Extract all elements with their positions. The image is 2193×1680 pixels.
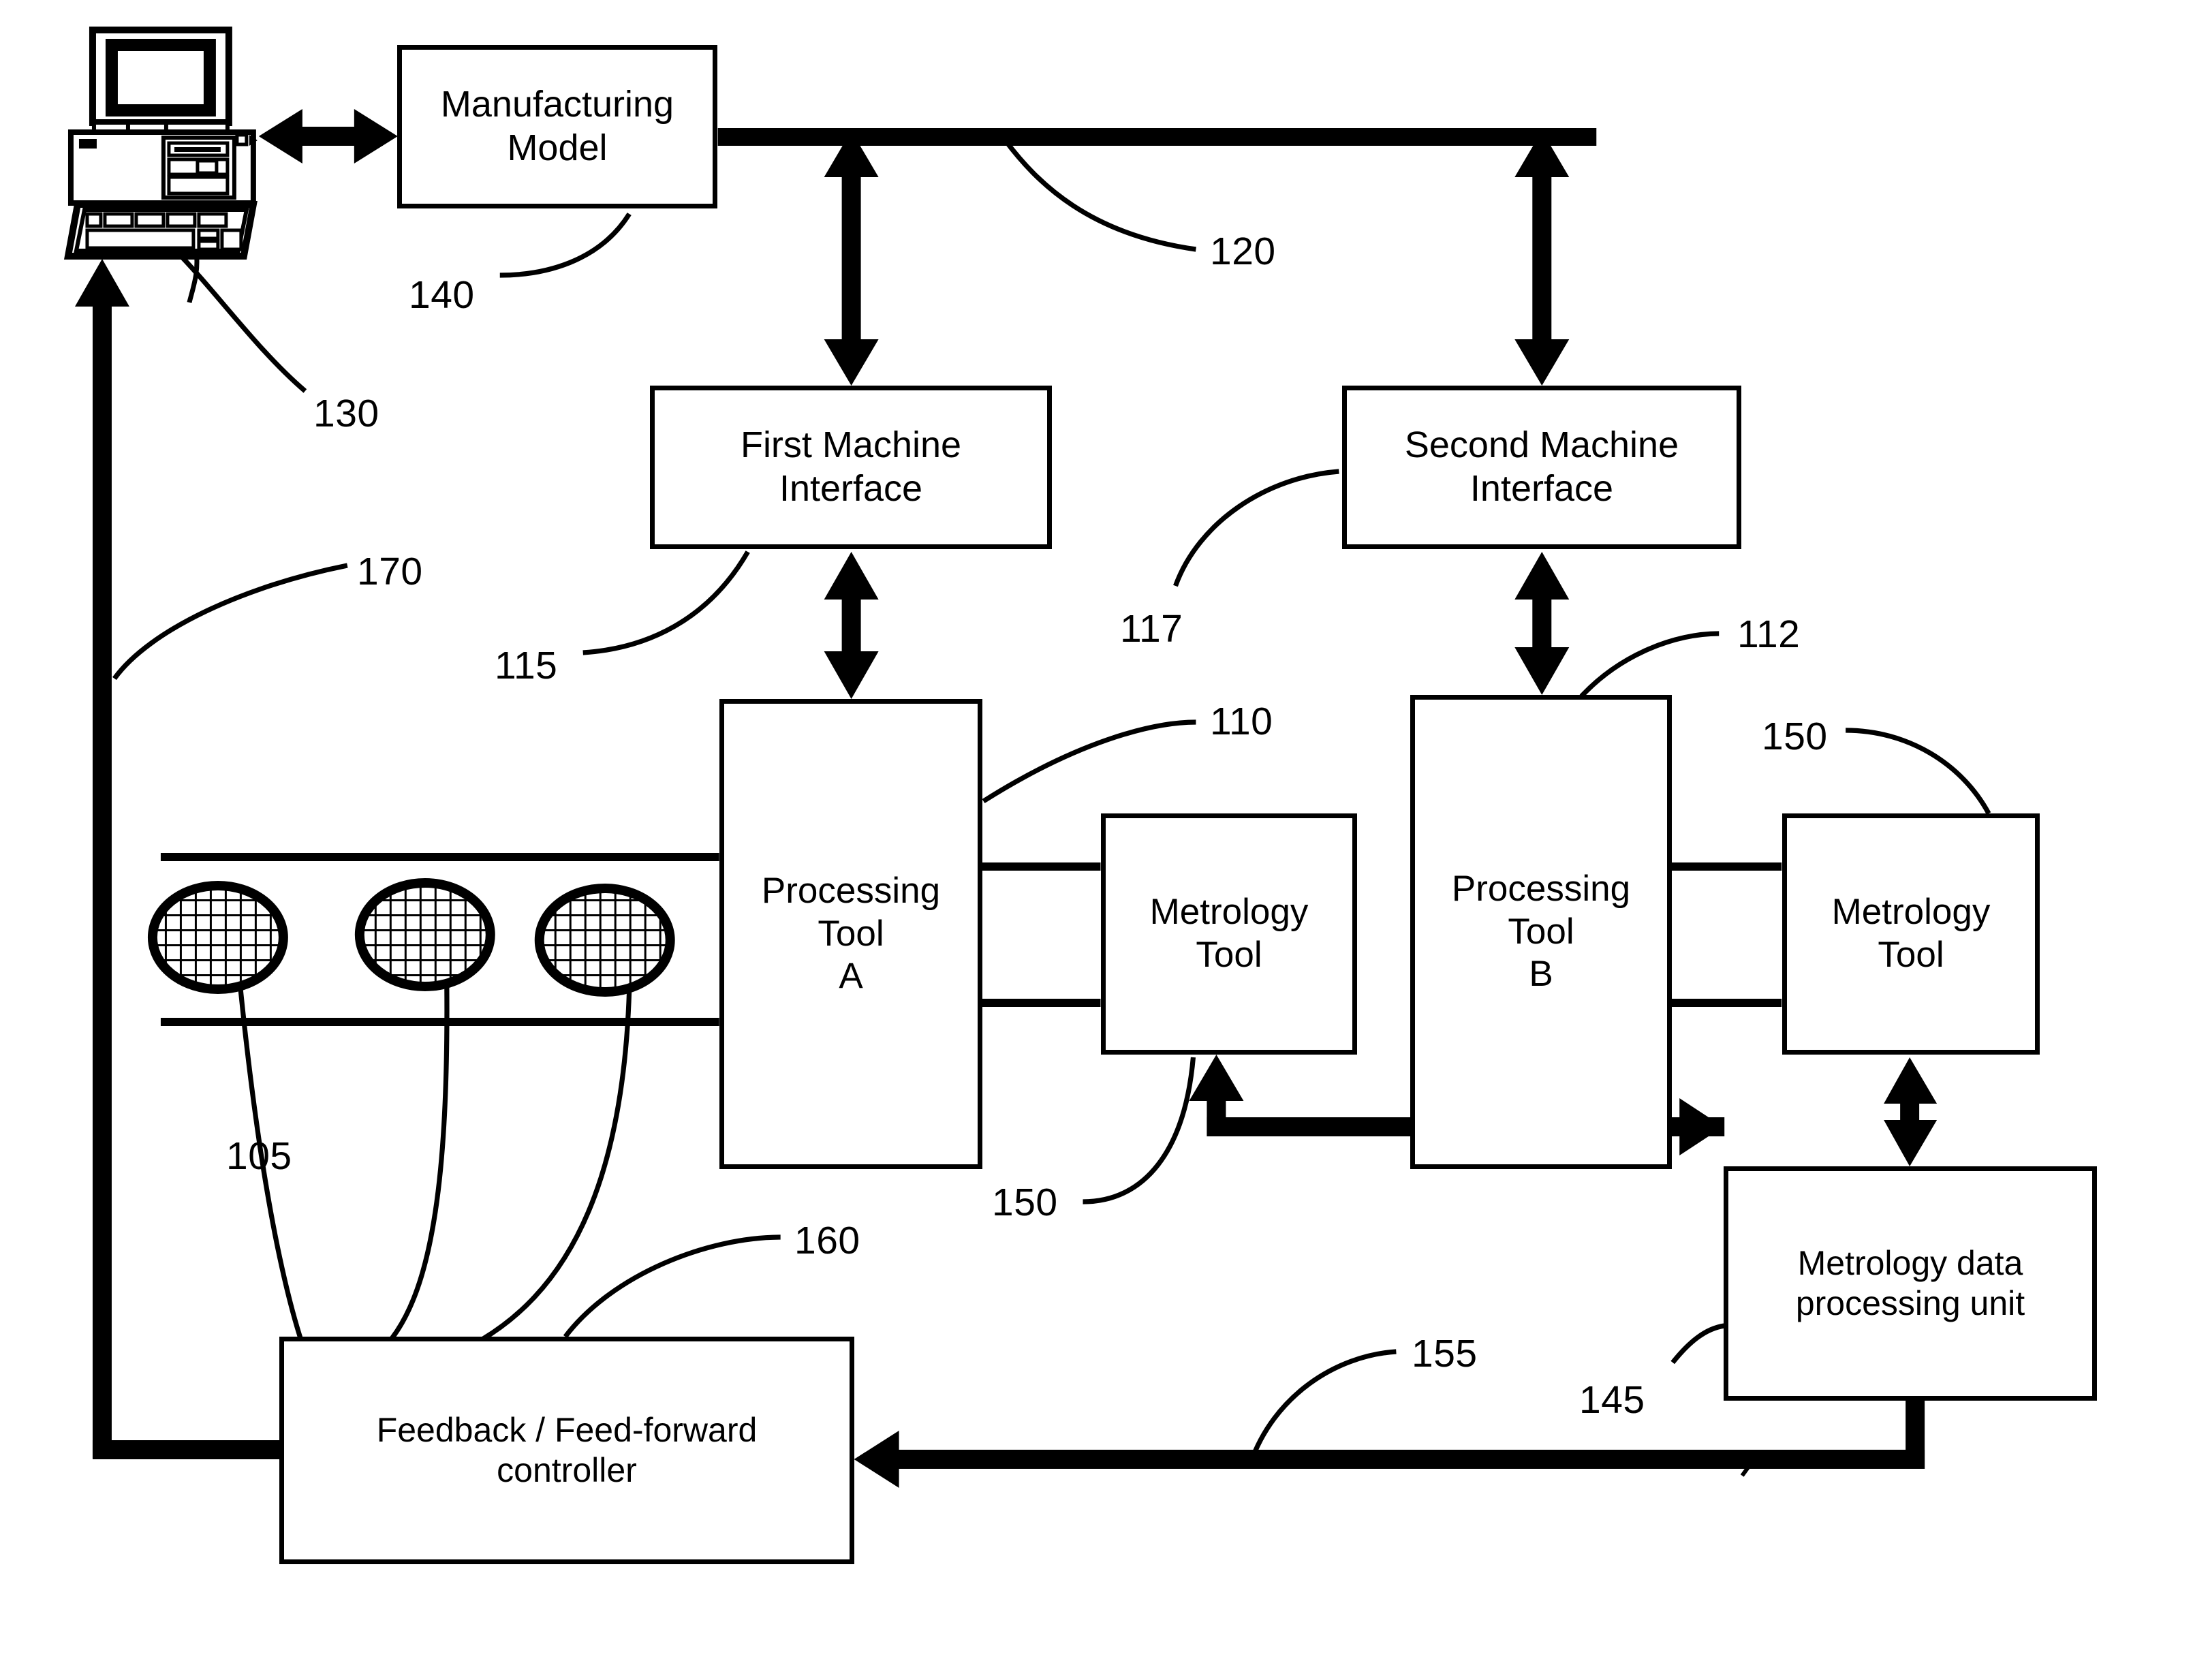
wafer-1 (147, 881, 288, 994)
wafer-2 (354, 878, 495, 991)
ref-numeral-105: 105 (226, 1134, 292, 1178)
ref-numeral-155: 155 (1412, 1332, 1478, 1375)
patent-figure-canvas: Manufacturing Model First Machine Interf… (0, 0, 2193, 1680)
lead-170 (112, 563, 348, 681)
wafer-3 (534, 884, 675, 997)
lead-130 (176, 251, 307, 393)
metrology-tool-a-label: Metrology Tool (1149, 892, 1309, 975)
ref-numeral-117: 117 (1120, 607, 1183, 651)
metrology-data-processing-unit-box[interactable]: Metrology data processing unit (1724, 1166, 2097, 1401)
lead-105-c (315, 989, 632, 1387)
processing-tool-b-label: Processing Tool B (1451, 869, 1631, 995)
feedback-controller-label: Feedback / Feed-forward controller (376, 1411, 758, 1489)
first-machine-interface-box[interactable]: First Machine Interface (650, 386, 1052, 549)
processing-tool-b-box[interactable]: Processing Tool B (1410, 695, 1672, 1169)
ref-numeral-140: 140 (409, 273, 475, 317)
processing-tool-a-box[interactable]: Processing Tool A (719, 699, 982, 1169)
arrow-metrology-b-to-data-unit (1884, 1057, 1938, 1166)
metrology-tool-b-box[interactable]: Metrology Tool (1782, 813, 2040, 1055)
lead-145 (1670, 1323, 1725, 1365)
lead-140 (499, 213, 632, 278)
lead-110 (982, 719, 1196, 804)
lead-105-b (315, 983, 450, 1383)
lead-155 (1248, 1349, 1397, 1465)
arrow-data-unit-to-controller (854, 1401, 1925, 1488)
ref-numeral-120: 120 (1210, 230, 1276, 273)
ref-numeral-150-b: 150 (1762, 715, 1828, 758)
arrow-bus-to-second-interface (1514, 131, 1570, 386)
lead-150b (1846, 728, 1991, 815)
computer-icon (63, 27, 258, 303)
lead-115 (582, 550, 750, 655)
second-machine-interface-label: Second Machine Interface (1404, 424, 1679, 509)
ref-numeral-130: 130 (313, 392, 379, 435)
manufacturing-model-box[interactable]: Manufacturing Model (397, 45, 717, 208)
wafer-group (147, 878, 675, 997)
metrology-data-processing-unit-label: Metrology data processing unit (1795, 1244, 2025, 1322)
ref-numeral-160: 160 (794, 1219, 860, 1262)
ref-numeral-150-a: 150 (992, 1181, 1058, 1224)
lead-150a (1083, 1057, 1196, 1204)
ref-numeral-170: 170 (357, 550, 423, 593)
ref-numeral-110: 110 (1210, 700, 1273, 743)
feedback-controller-box[interactable]: Feedback / Feed-forward controller (279, 1337, 854, 1564)
arrow-first-interface-to-tool-a (824, 552, 879, 699)
manufacturing-model-label: Manufacturing Model (440, 84, 674, 168)
lead-120 (1003, 138, 1196, 252)
metrology-tool-a-box[interactable]: Metrology Tool (1101, 813, 1357, 1055)
arrow-computer-to-model (258, 109, 398, 164)
lead-105-a (237, 980, 318, 1379)
arrow-second-interface-to-tool-b (1514, 552, 1570, 695)
arrow-bus-to-first-interface (824, 131, 879, 386)
lead-160 (563, 1234, 781, 1339)
ref-numeral-115: 115 (495, 644, 558, 687)
lead-117 (1173, 469, 1339, 587)
metrology-tool-b-label: Metrology Tool (1831, 892, 1991, 975)
ref-numeral-145: 145 (1579, 1378, 1645, 1422)
processing-tool-a-label: Processing Tool A (761, 871, 941, 997)
second-machine-interface-box[interactable]: Second Machine Interface (1342, 386, 1741, 549)
ref-numeral-112: 112 (1737, 612, 1801, 656)
lead-112 (1579, 631, 1720, 698)
first-machine-interface-label: First Machine Interface (740, 424, 962, 509)
